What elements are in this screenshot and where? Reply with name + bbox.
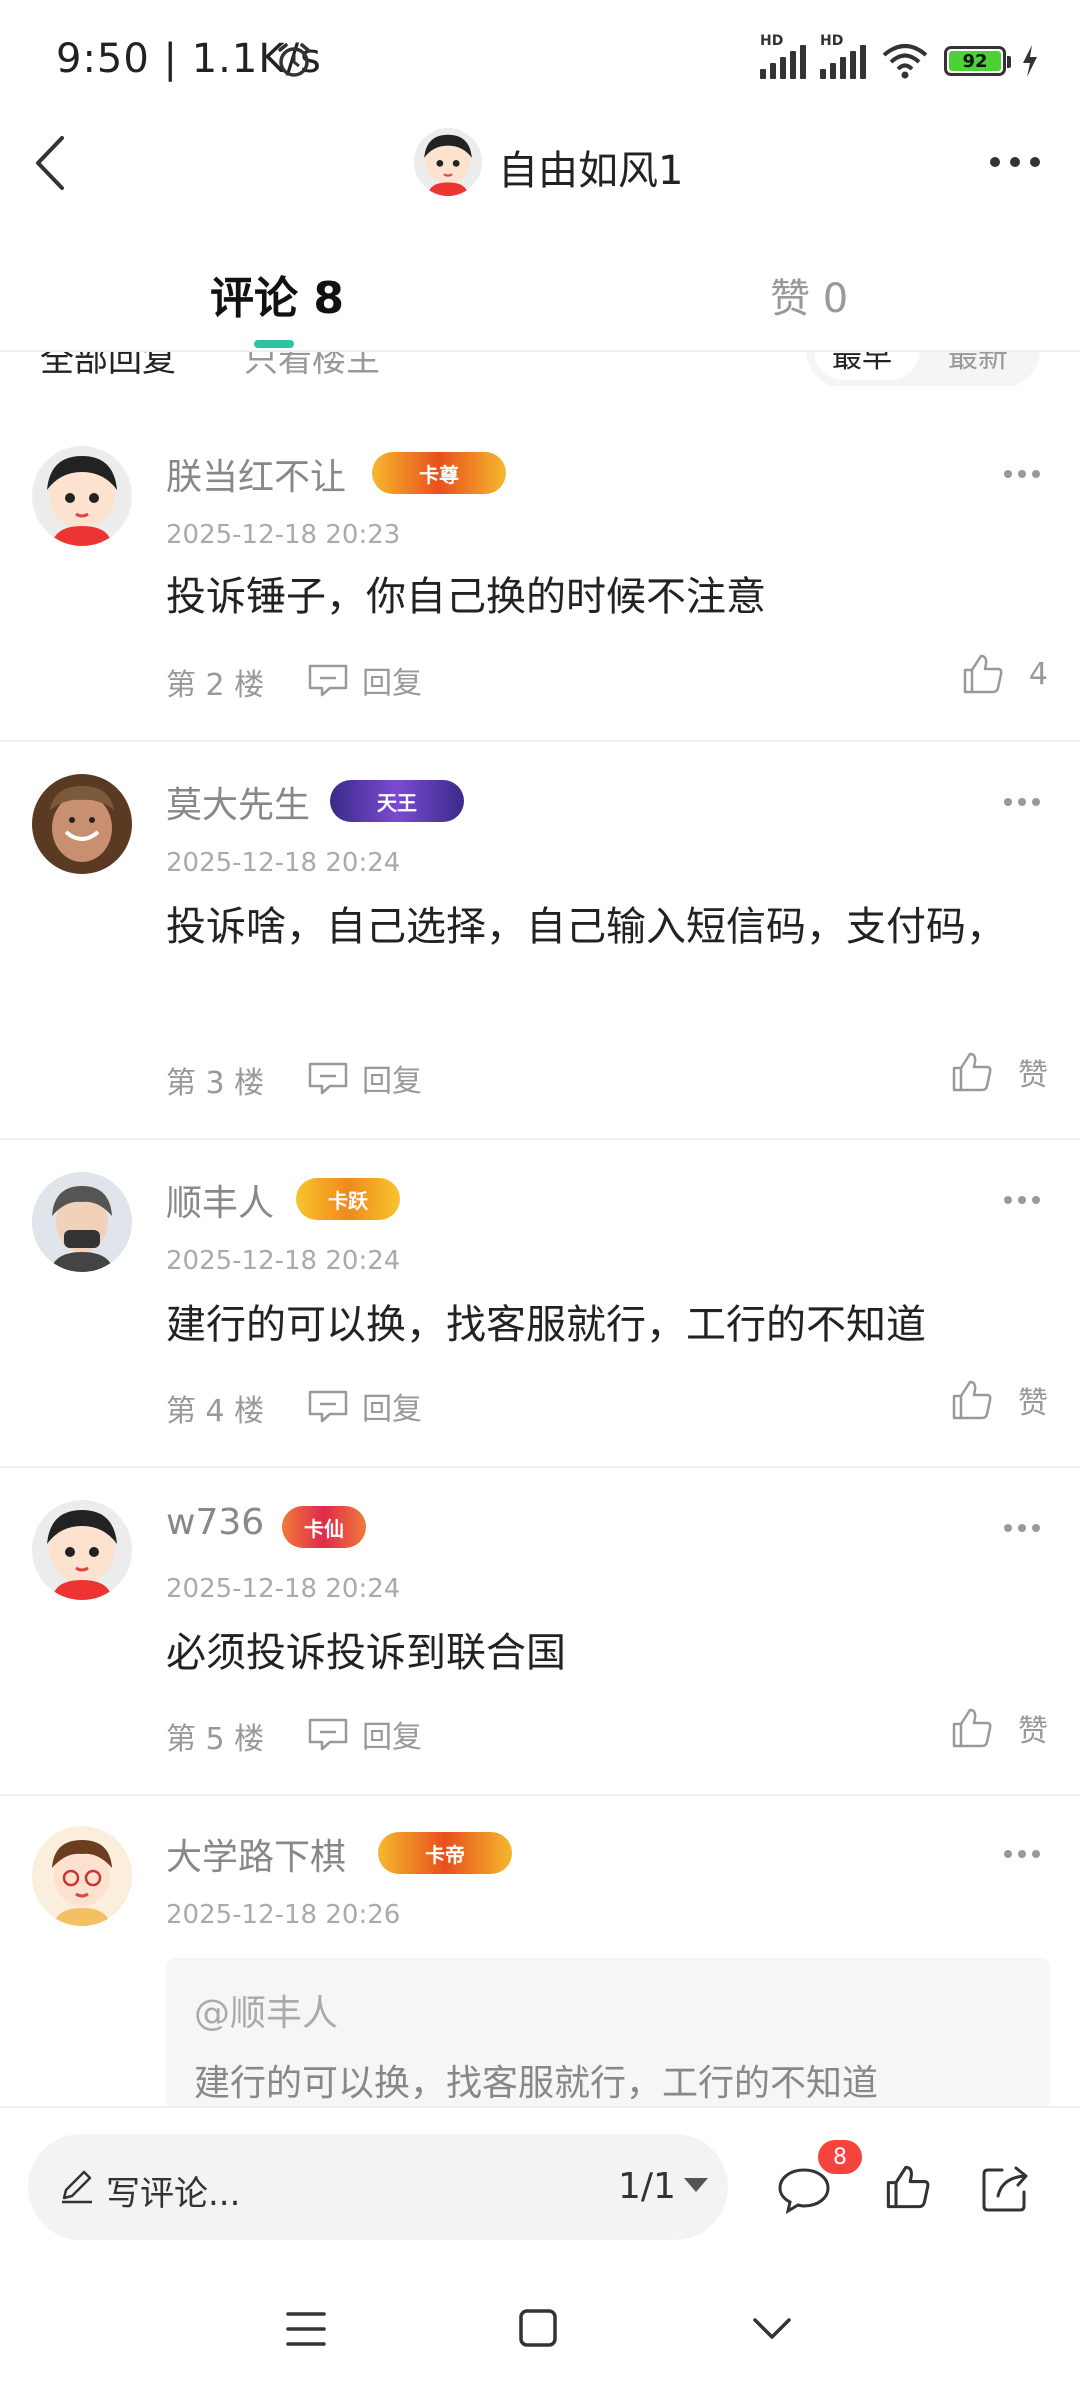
- like-button[interactable]: 赞: [950, 1706, 1048, 1750]
- battery-icon: 92: [944, 46, 1011, 76]
- system-navigation-bar: [0, 2260, 1080, 2400]
- thumbs-up-icon: [963, 654, 1003, 694]
- thumbs-up-icon[interactable]: [884, 2162, 932, 2212]
- share-icon[interactable]: [978, 2160, 1034, 2216]
- wifi-icon: [882, 44, 928, 79]
- reply-label: 回复: [362, 666, 422, 701]
- charging-icon: [1023, 45, 1037, 77]
- comment-time: 2025-12-18 20:26: [166, 1900, 401, 1930]
- thumbs-up-icon: [952, 1380, 992, 1420]
- like-button[interactable]: 赞: [950, 1378, 1048, 1422]
- comment-text: 投诉锤子，你自己换的时候不注意: [166, 574, 766, 620]
- comment-count-badge: 8: [818, 2140, 862, 2174]
- more-icon[interactable]: [1004, 470, 1040, 478]
- divider: [0, 740, 1080, 742]
- reply-label: 回复: [362, 1392, 422, 1427]
- more-icon[interactable]: [1004, 798, 1040, 806]
- reply-bubble-icon: [308, 664, 348, 697]
- level-badge: 卡仙: [282, 1506, 366, 1548]
- tab-comments[interactable]: 评论 8: [210, 262, 344, 326]
- reply-button[interactable]: 回复: [306, 1056, 422, 1100]
- filter-only-op[interactable]: 只看楼主: [244, 352, 380, 381]
- floor-number: 第 2 楼: [166, 668, 265, 703]
- divider: [0, 1466, 1080, 1468]
- reply-bubble-icon: [308, 1390, 348, 1423]
- reply-button[interactable]: 回复: [306, 1384, 422, 1428]
- like-label: 赞: [1018, 1058, 1048, 1093]
- username[interactable]: w736: [166, 1502, 264, 1543]
- sort-latest[interactable]: 最新: [948, 352, 1008, 376]
- status-bar: 9:50 | 1.1K/s HD HD 92: [0, 0, 1080, 120]
- divider: [0, 1138, 1080, 1140]
- username[interactable]: 顺丰人: [166, 1174, 274, 1226]
- reply-label: 回复: [362, 1064, 422, 1099]
- floor-number: 第 4 楼: [166, 1394, 265, 1429]
- reply-label: 回复: [362, 1720, 422, 1755]
- more-icon[interactable]: [980, 150, 1040, 174]
- home-icon[interactable]: [518, 2308, 558, 2348]
- floor-number: 第 5 楼: [166, 1722, 265, 1757]
- sort-toggle: 最早 最新: [806, 352, 1040, 386]
- avatar[interactable]: [32, 446, 132, 546]
- reply-bubble-icon: [308, 1718, 348, 1751]
- comment-icon[interactable]: [776, 2164, 832, 2216]
- like-label: 赞: [1018, 1714, 1048, 1749]
- quoted-user[interactable]: @顺丰人: [194, 1984, 338, 2036]
- reply-bubble-icon: [308, 1062, 348, 1095]
- comment-text: 必须投诉投诉到联合国: [166, 1630, 566, 1676]
- like-button[interactable]: 赞: [950, 1050, 1048, 1094]
- like-button[interactable]: 4: [961, 652, 1048, 696]
- username[interactable]: 大学路下棋: [166, 1828, 346, 1880]
- filter-row: 全部回复 只看楼主 最早 最新: [0, 352, 1080, 386]
- sort-earliest[interactable]: 最早: [832, 352, 892, 376]
- quoted-text: 建行的可以换，找客服就行，工行的不知道: [194, 2063, 879, 2104]
- level-badge: 卡帝: [378, 1832, 512, 1874]
- back-arrow-icon[interactable]: [24, 128, 84, 198]
- like-label: 赞: [1018, 1386, 1048, 1421]
- signal-icon: HD: [760, 33, 806, 79]
- level-badge: 卡跃: [296, 1178, 400, 1220]
- comment-text: 投诉啥，自己选择，自己输入短信码，支付码，: [166, 904, 1006, 950]
- menu-icon[interactable]: [286, 2310, 326, 2348]
- signal-icon: HD: [820, 33, 866, 79]
- alarm-icon: [278, 43, 310, 77]
- quoted-comment[interactable]: @顺丰人 建行的可以换，找客服就行，工行的不知道: [166, 1958, 1050, 2118]
- username[interactable]: 朕当红不让: [166, 448, 346, 500]
- floor-number: 第 3 楼: [166, 1066, 265, 1101]
- username[interactable]: 莫大先生: [166, 776, 310, 828]
- level-badge: 天王: [330, 780, 464, 822]
- reply-button[interactable]: 回复: [306, 658, 422, 702]
- like-count: 4: [1028, 656, 1048, 692]
- page-indicator[interactable]: 1/1: [618, 2166, 676, 2207]
- author-avatar[interactable]: [414, 128, 482, 196]
- comment-time: 2025-12-18 20:24: [166, 1574, 401, 1604]
- avatar[interactable]: [32, 1500, 132, 1600]
- more-icon[interactable]: [1004, 1196, 1040, 1204]
- reply-button[interactable]: 回复: [306, 1712, 422, 1756]
- pencil-icon: [62, 2170, 92, 2204]
- tab-active-indicator: [254, 340, 294, 348]
- level-badge: 卡尊: [372, 452, 506, 494]
- thumbs-up-icon: [952, 1708, 992, 1748]
- thumbs-up-icon: [952, 1052, 992, 1092]
- more-icon[interactable]: [1004, 1524, 1040, 1532]
- more-icon[interactable]: [1004, 1850, 1040, 1858]
- avatar[interactable]: [32, 1172, 132, 1272]
- back-chevron-icon[interactable]: [752, 2316, 792, 2342]
- filter-all-replies[interactable]: 全部回复: [40, 352, 176, 381]
- chevron-down-icon[interactable]: [684, 2178, 708, 2192]
- tab-likes[interactable]: 赞 0: [770, 266, 848, 324]
- status-icons: HD HD 92: [760, 33, 1040, 86]
- comment-time: 2025-12-18 20:24: [166, 848, 401, 878]
- avatar[interactable]: [32, 1826, 132, 1926]
- page-title: 自由如风1: [498, 148, 684, 194]
- comment-time: 2025-12-18 20:23: [166, 520, 401, 550]
- divider: [0, 1794, 1080, 1796]
- comment-time: 2025-12-18 20:24: [166, 1246, 401, 1276]
- avatar[interactable]: [32, 774, 132, 874]
- comment-text: 建行的可以换，找客服就行，工行的不知道: [166, 1302, 926, 1348]
- comment-input-placeholder[interactable]: 写评论...: [106, 2166, 240, 2215]
